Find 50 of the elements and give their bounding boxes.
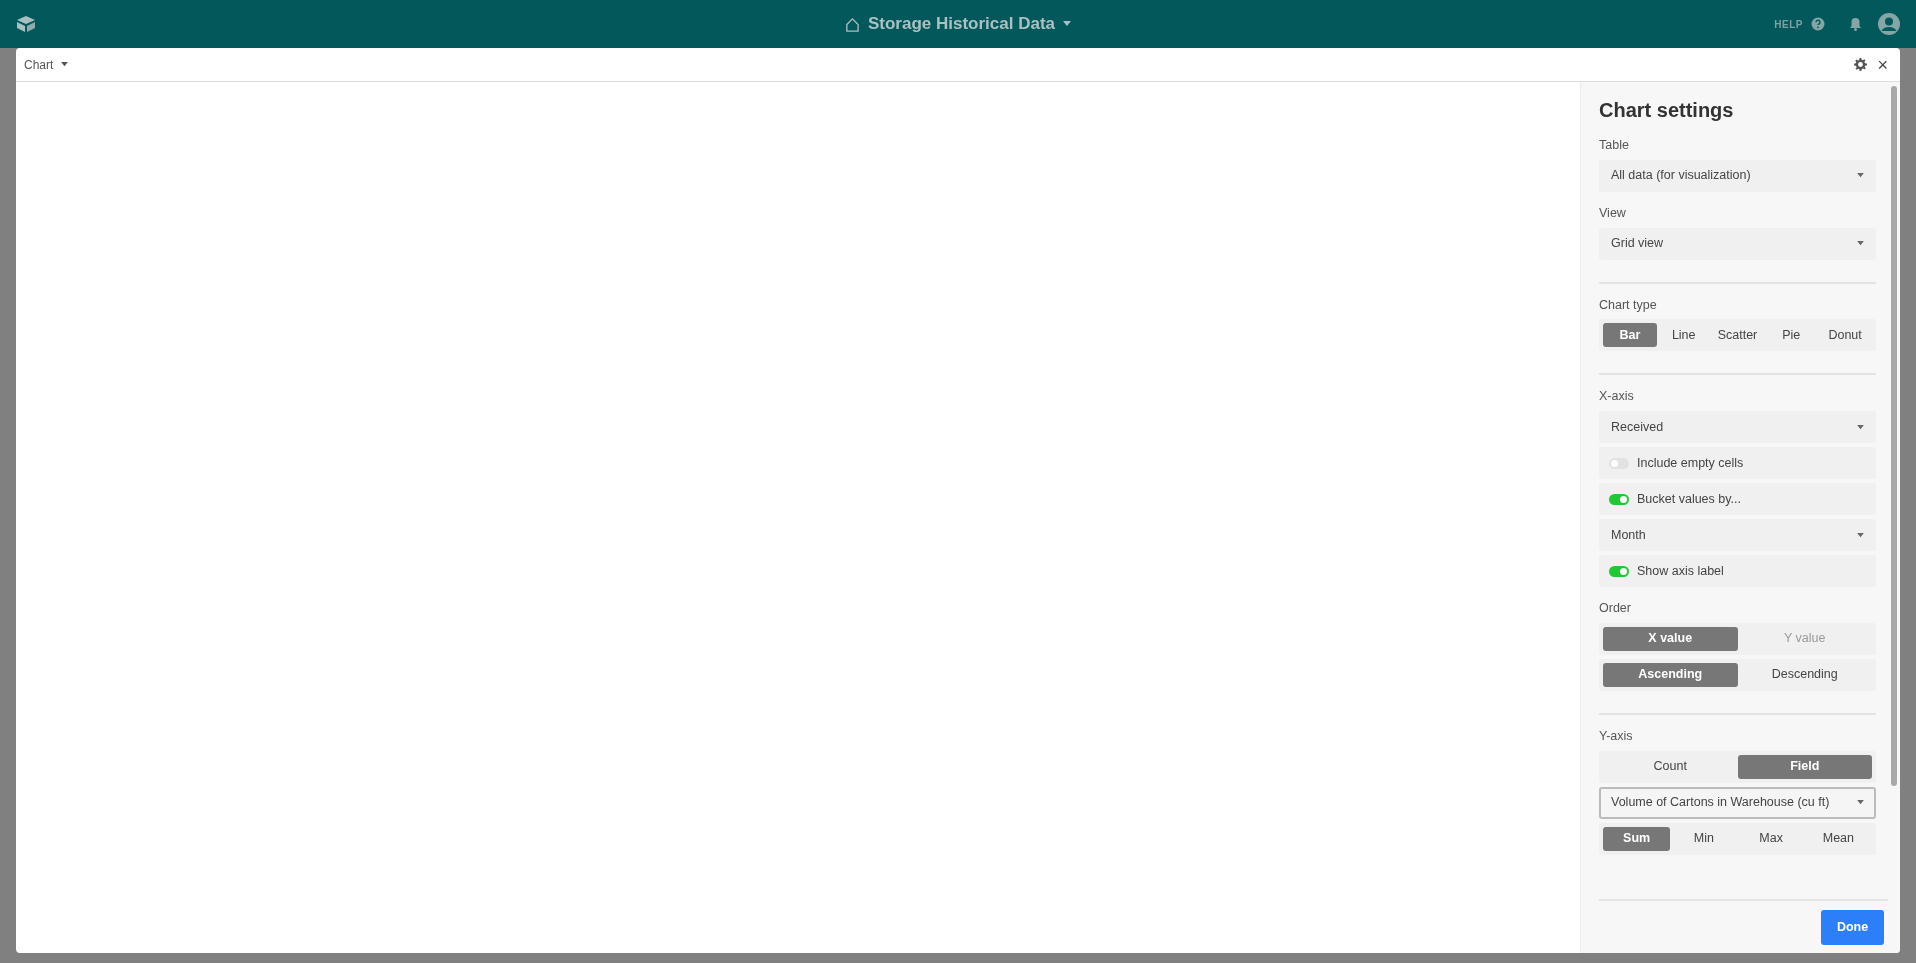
toggle-switch[interactable] (1609, 493, 1629, 505)
home-icon (844, 16, 860, 32)
dropdown-field[interactable]: All data (for visualization) (1599, 159, 1876, 192)
caret-icon (1857, 800, 1864, 805)
cube-logo-icon[interactable] (16, 15, 36, 33)
chart-title[interactable]: Chart (24, 55, 54, 74)
caret-icon (1857, 173, 1864, 179)
segment-option[interactable]: Descending (1737, 662, 1872, 687)
segment-option[interactable]: Field (1737, 754, 1872, 779)
segment-option[interactable]: X value (1603, 626, 1738, 651)
toggle-switch[interactable] (1609, 457, 1629, 469)
done-button[interactable]: Done (1821, 910, 1884, 945)
settings-icon[interactable] (1854, 58, 1868, 71)
dropdown-field[interactable]: Grid view (1599, 227, 1876, 260)
segment-option[interactable]: Donut (1818, 323, 1872, 348)
toggle-label: Include empty cells (1637, 454, 1744, 472)
caret-icon (1857, 424, 1864, 430)
segment-option[interactable]: Mean (1804, 826, 1872, 851)
field-label: View (1599, 204, 1627, 222)
field-label: X-axis (1599, 388, 1635, 406)
dropdown-field[interactable]: Received (1599, 411, 1876, 443)
caret-icon[interactable] (61, 62, 69, 67)
caret-icon (1857, 532, 1864, 538)
field-label: Y-axis (1599, 727, 1634, 745)
caret-icon (1857, 241, 1864, 246)
avatar-icon[interactable] (1878, 13, 1900, 35)
base-title[interactable]: Storage Historical Data (867, 11, 1056, 37)
toggle-label: Show axis label (1637, 562, 1724, 580)
segment-option[interactable]: Min (1670, 826, 1738, 851)
segment-option[interactable]: Sum (1603, 826, 1671, 851)
segment-option[interactable]: Ascending (1603, 662, 1738, 687)
segment-option[interactable]: Max (1737, 826, 1805, 851)
toggle-label: Bucket values by... (1637, 490, 1741, 508)
segment-option[interactable]: Scatter (1710, 323, 1765, 348)
caret-icon[interactable] (1063, 21, 1072, 27)
toggle-switch[interactable] (1609, 565, 1629, 577)
field-label: Order (1599, 600, 1632, 617)
segment-option[interactable]: Bar (1603, 323, 1657, 348)
field-label: Table (1599, 137, 1630, 154)
dropdown-field[interactable]: Volume of Cartons in Warehouse (cu ft) (1599, 786, 1876, 819)
panel-heading: Chart settings (1599, 98, 1735, 122)
segment-option[interactable]: Count (1603, 754, 1738, 779)
help-icon[interactable] (1811, 17, 1825, 31)
close-button[interactable]: × (1875, 55, 1890, 74)
dropdown-field[interactable]: Month (1599, 519, 1876, 551)
notification-bell-icon[interactable] (1849, 17, 1862, 31)
scrollbar[interactable] (1891, 86, 1897, 786)
segment-option[interactable]: Pie (1764, 323, 1819, 348)
segment-option[interactable]: Line (1656, 323, 1711, 348)
field-label: Chart type (1599, 296, 1658, 314)
